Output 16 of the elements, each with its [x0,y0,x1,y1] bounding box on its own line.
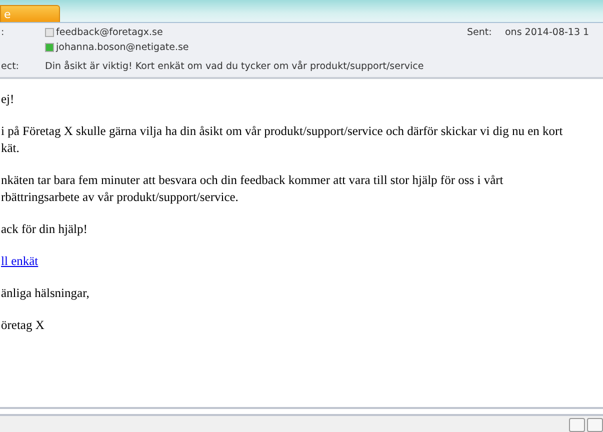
sent-date: ons 2014-08-13 1 [505,27,590,40]
status-button[interactable] [569,418,585,432]
field-label: : [0,27,6,40]
field-label: ect: [0,61,20,72]
message-paragraph: ack för din hjälp! [1,221,88,238]
message-paragraph: ej! [1,91,16,108]
field-label: Sent: [466,27,493,40]
message-paragraph: nkäten tar bara fem minuter att besvara och din feedback kommer att vara till stor hjälp för oss i vårt rbättringsarbete av vår produkt/support/service. [1,172,504,206]
survey-link[interactable]: ll enkät [1,253,38,270]
status-button[interactable] [587,418,603,432]
message-paragraph: i på Företag X skulle gärna vilja ha din åsikt om vår produkt/support/service och därför skickar vi dig nu en kort kät. [1,123,564,157]
message-paragraph: änliga hälsningar, [1,285,90,302]
recipient-address[interactable]: johanna.boson@netigate.se [56,42,189,53]
subject-text: Din åsikt är viktig! Kort enkät om vad du tycker om vår produkt/support/service [45,61,424,72]
message-paragraph: öretag X [1,317,46,334]
recipient-address[interactable]: feedback@foretagx.se [56,27,163,38]
